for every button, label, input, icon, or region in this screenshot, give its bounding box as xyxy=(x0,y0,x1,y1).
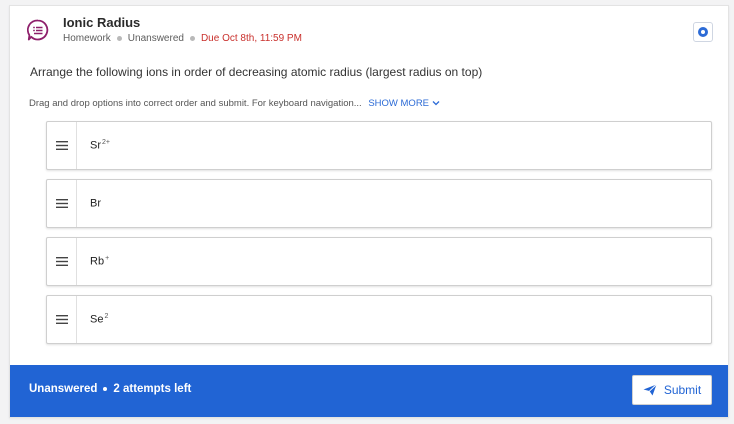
due-date: Due Oct 8th, 11:59 PM xyxy=(200,33,302,44)
question-prompt: Arrange the following ions in order of d… xyxy=(30,65,483,79)
footer-status: Unanswered xyxy=(29,383,98,395)
option-label: Rb+ xyxy=(90,255,110,268)
drag-handle-icon[interactable] xyxy=(47,180,77,227)
submit-button[interactable]: Submit xyxy=(632,375,712,405)
chevron-down-icon xyxy=(432,101,440,106)
question-settings-button[interactable] xyxy=(693,22,713,42)
option-item-rb[interactable]: Rb+ xyxy=(46,237,712,286)
question-meta: Homework Unanswered Due Oct 8th, 11:59 PM xyxy=(63,33,302,44)
sortable-options-list: Sr2+ Br Rb+ Se2 xyxy=(46,121,712,353)
option-label: Sr2+ xyxy=(90,139,110,152)
submission-status: Unanswered 2 attempts left xyxy=(29,383,191,395)
separator-dot xyxy=(116,35,122,41)
option-item-sr[interactable]: Sr2+ xyxy=(46,121,712,170)
submit-label: Submit xyxy=(663,383,702,397)
question-card: Ionic Radius Homework Unanswered Due Oct 8… xyxy=(9,5,729,418)
submission-footer: Unanswered 2 attempts left Submit xyxy=(10,365,728,417)
attempts-left: 2 attempts left xyxy=(113,383,192,395)
question-type: Homework xyxy=(63,33,111,44)
send-icon xyxy=(643,384,657,396)
question-title: Ionic Radius xyxy=(63,15,141,30)
option-item-br[interactable]: Br xyxy=(46,179,712,228)
option-item-se[interactable]: Se2 xyxy=(46,295,712,344)
instructions-text: Drag and drop options into correct order… xyxy=(29,98,362,109)
question-status: Unanswered xyxy=(127,33,184,44)
separator-dot xyxy=(103,386,108,391)
instructions: Drag and drop options into correct order… xyxy=(29,98,440,109)
drag-handle-icon[interactable] xyxy=(47,238,77,285)
option-label: Br xyxy=(90,197,101,210)
question-list-icon xyxy=(27,19,49,41)
option-label: Se2 xyxy=(90,313,109,326)
question-header: Ionic Radius Homework Unanswered Due Oct 8… xyxy=(10,6,728,54)
gear-icon xyxy=(698,27,708,37)
drag-handle-icon[interactable] xyxy=(47,122,77,169)
drag-handle-icon[interactable] xyxy=(47,296,77,343)
separator-dot xyxy=(189,35,195,41)
show-more-link[interactable]: SHOW MORE xyxy=(368,98,440,109)
